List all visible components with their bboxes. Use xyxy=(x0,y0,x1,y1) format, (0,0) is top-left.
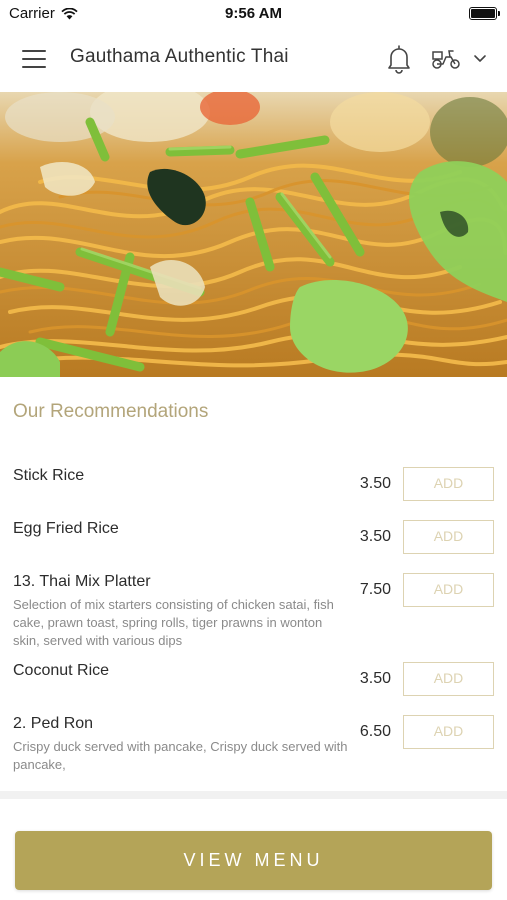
status-bar: Carrier 9:56 AM xyxy=(0,0,507,26)
item-description: Selection of mix starters consisting of … xyxy=(13,597,334,648)
scooter-icon[interactable] xyxy=(431,48,461,70)
add-button[interactable]: ADD xyxy=(403,520,494,554)
item-price: 7.50 xyxy=(359,581,391,598)
app-header: Gauthama Authentic Thai xyxy=(0,26,507,92)
item-name: 2. Ped Ron xyxy=(13,715,94,732)
item-name: Egg Fried Rice xyxy=(13,520,119,537)
add-button[interactable]: ADD xyxy=(403,715,494,749)
item-name: Stick Rice xyxy=(13,467,85,484)
bell-icon[interactable] xyxy=(386,44,412,74)
battery-icon xyxy=(469,7,500,20)
section-divider xyxy=(0,791,507,799)
add-button[interactable]: ADD xyxy=(403,467,494,501)
item-price: 3.50 xyxy=(359,670,391,687)
menu-icon[interactable] xyxy=(22,50,46,68)
app-title: Gauthama Authentic Thai xyxy=(70,46,289,67)
item-price: 3.50 xyxy=(359,528,391,545)
item-name: Coconut Rice xyxy=(13,662,110,679)
status-time: 9:56 AM xyxy=(225,5,282,22)
item-price: 3.50 xyxy=(359,475,391,492)
add-button[interactable]: ADD xyxy=(403,573,494,607)
noodle-dish-illustration xyxy=(0,92,507,377)
chevron-down-icon[interactable] xyxy=(473,54,487,64)
item-name: 13. Thai Mix Platter xyxy=(13,573,151,590)
section-title: Our Recommendations xyxy=(13,401,209,422)
item-description: Crispy duck served with pancake, Crispy … xyxy=(13,739,348,772)
view-menu-button[interactable]: VIEW MENU xyxy=(15,831,492,890)
add-button[interactable]: ADD xyxy=(403,662,494,696)
hero-food-image xyxy=(0,92,507,377)
item-price: 6.50 xyxy=(359,723,391,740)
